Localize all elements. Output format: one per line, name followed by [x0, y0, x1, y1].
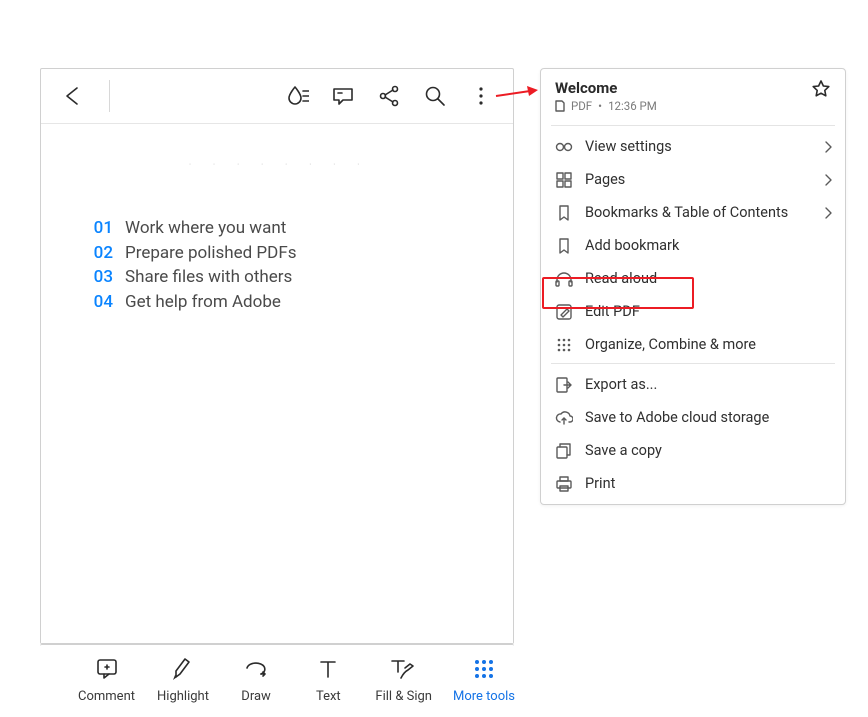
menu-item-label: Organize, Combine & more — [585, 336, 756, 353]
tool-label: Comment — [78, 689, 135, 704]
tool-label: Draw — [241, 689, 271, 704]
redacted-heading-placeholder: · · · · · · · · — [189, 160, 409, 174]
menu-read-aloud[interactable]: Read aloud — [541, 262, 845, 295]
document-page[interactable]: · · · · · · · · 01 Work where you want 0… — [41, 123, 513, 643]
highlight-tool[interactable]: Highlight — [157, 655, 209, 704]
liquid-mode-icon — [285, 84, 309, 108]
share-button[interactable] — [369, 76, 409, 116]
overflow-menu: Welcome PDF • 12:36 PM View settings Pag… — [540, 68, 846, 505]
menu-item-label: Read aloud — [585, 270, 657, 287]
kebab-icon — [471, 84, 491, 108]
menu-edit-pdf[interactable]: Edit PDF — [541, 295, 845, 328]
comment-tool[interactable]: Comment — [78, 655, 135, 704]
toc-number: 03 — [89, 265, 113, 290]
menu-item-label: Edit PDF — [585, 303, 640, 320]
document-viewer: · · · · · · · · 01 Work where you want 0… — [40, 68, 514, 644]
search-icon — [423, 84, 447, 108]
bottom-toolbar: Comment Highlight Draw Text Fill & Sign … — [40, 644, 514, 712]
toc-item[interactable]: 01 Work where you want — [89, 216, 485, 241]
toc-text: Prepare polished PDFs — [125, 241, 297, 266]
toc-text: Work where you want — [125, 216, 286, 241]
chat-icon — [331, 84, 355, 108]
toc-item[interactable]: 03 Share files with others — [89, 265, 485, 290]
back-button[interactable] — [53, 76, 93, 116]
menu-item-label: Save to Adobe cloud storage — [585, 409, 769, 426]
toc-item[interactable]: 04 Get help from Adobe — [89, 290, 485, 315]
draw-tool[interactable]: Draw — [231, 655, 281, 704]
menu-item-label: Save a copy — [585, 442, 662, 459]
menu-item-label: View settings — [585, 138, 672, 155]
comment-icon — [94, 656, 120, 682]
grid-icon — [556, 337, 572, 353]
tool-label: Fill & Sign — [375, 689, 432, 704]
draw-icon — [243, 656, 269, 682]
highlight-icon — [170, 656, 196, 682]
toc-number: 01 — [89, 216, 113, 241]
bookmark-icon — [557, 205, 571, 221]
file-type: PDF — [571, 99, 592, 113]
document-title: Welcome — [555, 79, 657, 97]
search-button[interactable] — [415, 76, 455, 116]
file-icon — [555, 100, 565, 112]
toc-text: Share files with others — [125, 265, 292, 290]
bookmark-add-icon — [557, 238, 571, 254]
menu-separator — [551, 125, 835, 126]
star-icon — [811, 79, 831, 99]
toc-number: 04 — [89, 290, 113, 315]
menu-export[interactable]: Export as... — [541, 368, 845, 401]
menu-item-label: Pages — [585, 171, 625, 188]
tool-label: Text — [316, 689, 341, 704]
menu-save-copy[interactable]: Save a copy — [541, 434, 845, 467]
toc-number: 02 — [89, 241, 113, 266]
menu-header: Welcome PDF • 12:36 PM — [541, 69, 845, 123]
headphones-icon — [555, 271, 573, 287]
menu-item-label: Add bookmark — [585, 237, 679, 254]
menu-view-settings[interactable]: View settings — [541, 130, 845, 163]
fill-sign-icon — [389, 656, 419, 682]
pages-icon — [556, 172, 572, 188]
text-icon — [315, 656, 341, 682]
cloud-upload-icon — [555, 411, 573, 425]
toc-text: Get help from Adobe — [125, 290, 281, 315]
export-icon — [556, 377, 572, 393]
edit-icon — [556, 304, 572, 320]
fill-sign-tool[interactable]: Fill & Sign — [375, 655, 432, 704]
menu-pages[interactable]: Pages — [541, 163, 845, 196]
comment-tool-button[interactable] — [323, 76, 363, 116]
menu-item-label: Export as... — [585, 376, 657, 393]
menu-item-label: Bookmarks & Table of Contents — [585, 204, 788, 221]
star-button[interactable] — [811, 79, 831, 99]
share-icon — [377, 84, 401, 108]
liquid-mode-button[interactable] — [277, 76, 317, 116]
menu-bookmarks-toc[interactable]: Bookmarks & Table of Contents — [541, 196, 845, 229]
more-tools[interactable]: More tools — [454, 655, 514, 704]
grid-dots-icon — [471, 656, 497, 682]
arrow-left-icon — [61, 84, 85, 108]
chevron-right-icon — [823, 140, 833, 154]
toc-item[interactable]: 02 Prepare polished PDFs — [89, 241, 485, 266]
print-icon — [556, 476, 572, 492]
menu-add-bookmark[interactable]: Add bookmark — [541, 229, 845, 262]
menu-save-cloud[interactable]: Save to Adobe cloud storage — [541, 401, 845, 434]
menu-separator — [551, 363, 835, 364]
chevron-right-icon — [823, 206, 833, 220]
topbar — [41, 69, 513, 123]
tool-label: More tools — [453, 689, 515, 704]
menu-print[interactable]: Print — [541, 467, 845, 500]
topbar-divider — [109, 80, 110, 112]
overflow-menu-button[interactable] — [461, 76, 501, 116]
copy-icon — [556, 443, 572, 459]
menu-organize-combine[interactable]: Organize, Combine & more — [541, 328, 845, 361]
text-tool[interactable]: Text — [303, 655, 353, 704]
glasses-icon — [555, 140, 573, 154]
tool-label: Highlight — [157, 689, 209, 704]
chevron-right-icon — [823, 173, 833, 187]
toc-list: 01 Work where you want 02 Prepare polish… — [89, 216, 485, 315]
menu-item-label: Print — [585, 475, 615, 492]
file-time: 12:36 PM — [608, 99, 657, 113]
